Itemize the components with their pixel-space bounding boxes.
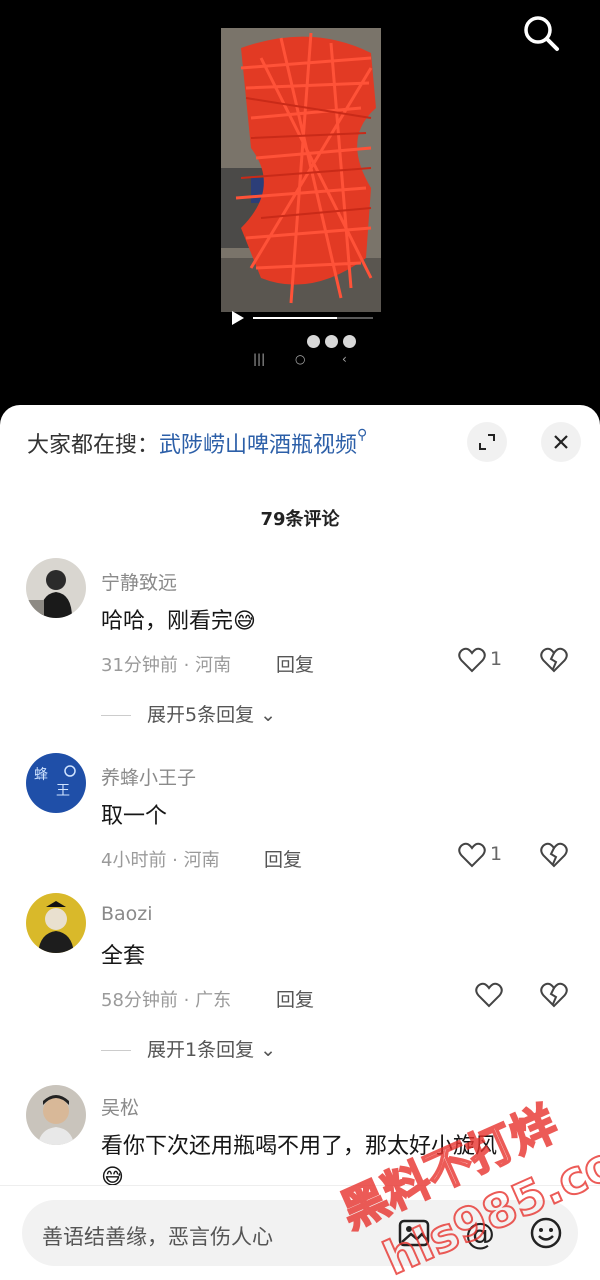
avatar[interactable]: 蜂 王 bbox=[26, 753, 86, 813]
comment-sheet: 大家都在搜：武陟崂山啤酒瓶视频⚲ 79条评论 宁静致远 哈哈，刚看完😅 31分钟… bbox=[0, 405, 600, 1280]
trending-search-prefix: 大家都在搜： bbox=[27, 433, 160, 458]
comment-text: 取一个 bbox=[101, 804, 168, 829]
save-icon[interactable] bbox=[325, 335, 338, 348]
avatar[interactable] bbox=[26, 558, 86, 618]
censored-scribble bbox=[221, 28, 381, 312]
play-icon[interactable] bbox=[231, 310, 245, 326]
at-icon: @ bbox=[465, 1217, 495, 1252]
expand-replies-label: 展开1条回复 bbox=[147, 1039, 255, 1061]
like-button[interactable]: 1 bbox=[458, 842, 508, 872]
comment-input-placeholder: 善语结善缘，恶言伤人心 bbox=[42, 1225, 273, 1249]
video-player[interactable]: ||| ○ ‹ bbox=[0, 0, 600, 410]
like-button[interactable]: 1 bbox=[458, 647, 508, 677]
emoji-icon bbox=[530, 1217, 562, 1249]
comment-username[interactable]: 吴松 bbox=[101, 1093, 139, 1120]
image-button[interactable] bbox=[396, 1215, 432, 1251]
chevron-down-icon: ⌄ bbox=[254, 704, 277, 726]
like-button[interactable] bbox=[475, 982, 525, 1012]
home-icon[interactable]: ○ bbox=[295, 352, 305, 366]
dislike-button[interactable] bbox=[540, 982, 570, 1012]
search-button[interactable] bbox=[518, 10, 564, 56]
expand-button[interactable] bbox=[467, 422, 507, 462]
like-count: 1 bbox=[490, 843, 503, 865]
dislike-button[interactable] bbox=[540, 842, 570, 872]
reply-button[interactable]: 回复 bbox=[276, 985, 314, 1012]
video-mini-actions bbox=[307, 333, 377, 349]
broken-heart-icon bbox=[540, 842, 568, 868]
search-icon bbox=[524, 16, 559, 51]
expand-replies-button[interactable]: 展开1条回复 ⌄ bbox=[101, 1035, 276, 1062]
comment-text: 哈哈，刚看完😅 bbox=[101, 609, 256, 634]
heart-icon bbox=[458, 647, 486, 673]
comment-text: 看你下次还用瓶喝不用了，那太好小旋风 bbox=[101, 1134, 498, 1159]
trending-search-query[interactable]: 武陟崂山啤酒瓶视频 bbox=[159, 433, 357, 458]
avatar[interactable] bbox=[26, 1085, 86, 1145]
close-button[interactable] bbox=[541, 422, 581, 462]
broken-heart-icon bbox=[540, 982, 568, 1008]
mention-button[interactable]: @ bbox=[462, 1215, 498, 1252]
comment-input[interactable]: 善语结善缘，恶言伤人心 @ bbox=[22, 1200, 578, 1266]
comment-text: 全套 bbox=[101, 944, 146, 969]
comment-meta: 31分钟前 · 河南 bbox=[101, 655, 232, 676]
comment-username[interactable]: 养蜂小王子 bbox=[101, 763, 196, 790]
dislike-button[interactable] bbox=[540, 647, 570, 677]
heart-icon bbox=[458, 842, 486, 868]
video-controls bbox=[225, 306, 380, 330]
broken-heart-icon bbox=[540, 647, 568, 673]
reply-button[interactable]: 回复 bbox=[264, 845, 302, 872]
comment-username[interactable]: Baozi bbox=[101, 903, 153, 925]
comment-meta: 58分钟前 · 广东 bbox=[101, 990, 232, 1011]
divider-line bbox=[101, 715, 131, 716]
expand-icon bbox=[479, 434, 495, 450]
divider bbox=[0, 1185, 600, 1186]
image-icon bbox=[398, 1219, 430, 1247]
reply-button[interactable]: 回复 bbox=[276, 650, 314, 677]
like-count: 1 bbox=[490, 648, 503, 670]
back-icon[interactable]: ‹ bbox=[342, 352, 347, 366]
avatar[interactable] bbox=[26, 893, 86, 953]
comment-count-title: 79条评论 bbox=[260, 509, 340, 530]
system-nav-bar: ||| ○ ‹ bbox=[245, 350, 360, 372]
svg-text:@: @ bbox=[465, 1217, 495, 1251]
chevron-down-icon: ⌄ bbox=[254, 1039, 277, 1061]
trending-search[interactable]: 大家都在搜：武陟崂山啤酒瓶视频⚲ bbox=[27, 427, 367, 459]
comment-text-continued: 😅 bbox=[101, 1165, 124, 1190]
more-icon[interactable] bbox=[343, 335, 356, 348]
share-icon[interactable] bbox=[307, 335, 320, 348]
close-icon bbox=[554, 435, 568, 449]
video-thumbnail[interactable] bbox=[221, 28, 381, 312]
emoji-button[interactable] bbox=[528, 1215, 564, 1251]
expand-replies-label: 展开5条回复 bbox=[147, 704, 255, 726]
heart-icon bbox=[475, 982, 503, 1008]
progress-bar[interactable] bbox=[253, 317, 373, 319]
svg-text:王: 王 bbox=[56, 783, 70, 799]
comment-meta: 4小时前 · 河南 bbox=[101, 850, 220, 871]
comment-username[interactable]: 宁静致远 bbox=[101, 568, 177, 595]
search-icon: ⚲ bbox=[357, 427, 368, 443]
svg-text:蜂: 蜂 bbox=[34, 767, 48, 783]
expand-replies-button[interactable]: 展开5条回复 ⌄ bbox=[101, 700, 276, 727]
recent-apps-icon[interactable]: ||| bbox=[253, 352, 265, 366]
progress-fill bbox=[253, 317, 337, 319]
divider-line bbox=[101, 1050, 131, 1051]
